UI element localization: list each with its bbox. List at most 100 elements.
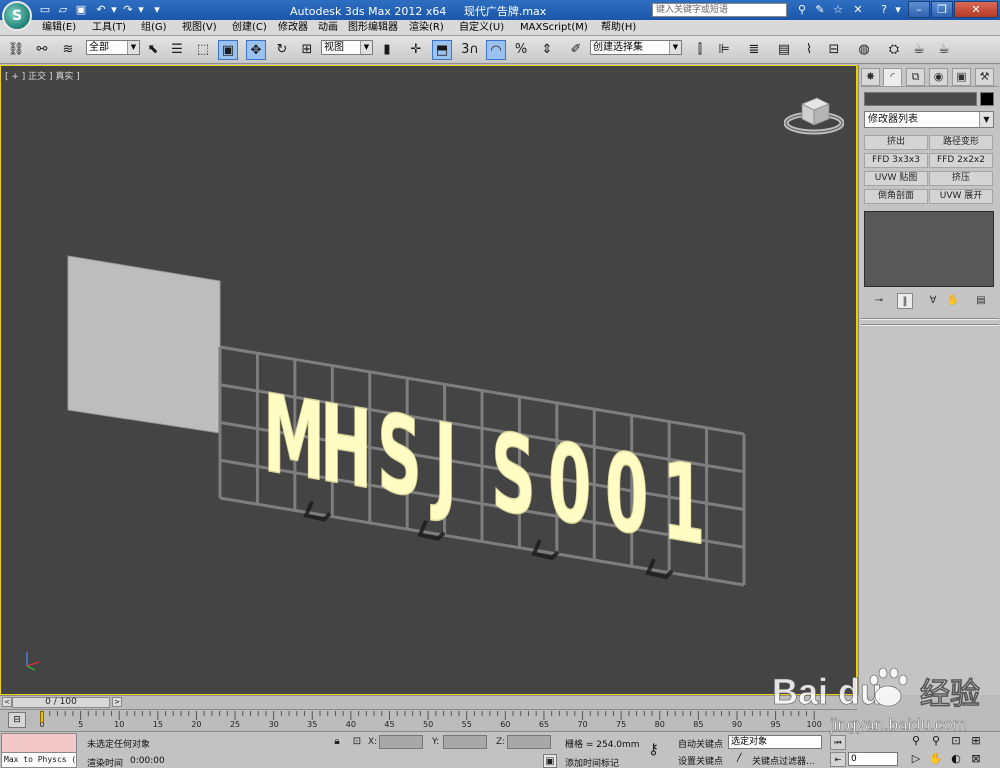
menu-tools[interactable]: 工具(T) <box>92 21 126 35</box>
billboard-panel[interactable] <box>67 255 221 434</box>
modifier-ffd333-button[interactable]: FFD 3x3x3 <box>864 153 928 168</box>
maximize-button[interactable]: ❐ <box>931 1 953 18</box>
maxscript-listener[interactable]: Max to Physcs ( <box>1 733 77 768</box>
pin-stack-icon[interactable]: ⊸ <box>871 293 887 309</box>
perspective-viewport[interactable]: [ + ] 正交 ] 真实 ] MHSJS001 <box>0 65 857 695</box>
viewcube-icon[interactable] <box>784 92 844 137</box>
help-close-icon[interactable]: ✕ <box>850 3 866 17</box>
key-mode-toggle-button[interactable]: ⇤ <box>830 752 846 767</box>
align-icon[interactable]: ⊫ <box>714 40 734 60</box>
make-unique-icon[interactable]: ∀ <box>925 293 941 309</box>
curve-editor-icon[interactable]: ⌇ <box>799 40 819 60</box>
remove-modifier-icon[interactable]: ✋ <box>945 293 961 309</box>
key-mode-dropdown[interactable]: 选定对象 <box>728 735 822 749</box>
sign-letter[interactable]: 1 <box>661 436 705 570</box>
menu-graph-editors[interactable]: 图形编辑器 <box>348 21 398 35</box>
billboard-scene[interactable]: MH S J S 0 0 1 <box>1 66 857 695</box>
absolute-mode-icon[interactable]: ⊡ <box>350 735 364 749</box>
schematic-view-icon[interactable]: ⊟ <box>824 40 844 60</box>
y-coord-field[interactable] <box>443 735 487 749</box>
search-input[interactable]: 键入关键字或短语 <box>652 3 787 17</box>
modifier-stack-list[interactable] <box>864 211 994 287</box>
zoom-extents-icon[interactable]: ⊡ <box>948 733 964 748</box>
key-filters-button[interactable]: 关键点过滤器... <box>752 754 815 767</box>
menu-animation[interactable]: 动画 <box>318 21 338 35</box>
bind-space-warp-icon[interactable]: ≋ <box>58 40 78 60</box>
select-by-name-icon[interactable]: ☰ <box>167 40 187 60</box>
sign-letter[interactable]: S <box>490 408 536 542</box>
modifier-uvw-map-button[interactable]: UVW 贴图 <box>864 171 928 186</box>
render-setup-icon[interactable]: ⛭ <box>884 40 904 60</box>
track-bar[interactable]: ⊟ 0 5 10 15 20 25 30 35 40 45 50 55 60 65 70 75 80 85 90 95… <box>0 709 857 731</box>
layer-manager-icon[interactable]: ≣ <box>744 40 764 60</box>
menu-modifiers[interactable]: 修改器 <box>278 21 308 35</box>
current-frame-field[interactable]: 0 <box>848 752 898 766</box>
snaps-toggle-icon[interactable]: 3∩ <box>460 40 480 60</box>
add-time-tag[interactable]: 添加时间标记 <box>565 756 619 768</box>
modifier-ffd222-button[interactable]: FFD 2x2x2 <box>929 153 993 168</box>
new-file-icon[interactable]: ▭ <box>38 3 52 16</box>
percent-snap-icon[interactable]: % <box>511 40 531 60</box>
object-name-field[interactable] <box>864 92 977 106</box>
wrench-icon[interactable]: ✎ <box>812 3 828 17</box>
edit-named-selection-icon[interactable]: ✐ <box>566 40 586 60</box>
undo-dropdown-icon[interactable]: ▾ <box>107 3 121 16</box>
reference-coordinate-dropdown[interactable]: 视图 <box>321 40 373 55</box>
sign-letter[interactable]: 0 <box>547 417 591 551</box>
binoculars-icon[interactable]: ⚲ <box>794 3 810 17</box>
named-selection-sets-dropdown[interactable]: 创建选择集 <box>590 40 682 55</box>
tab-utilities-icon[interactable]: ⚒ <box>975 68 994 86</box>
sign-letter[interactable]: H <box>319 379 372 514</box>
configure-modifier-sets-icon[interactable]: ▤ <box>973 293 989 309</box>
sign-letter[interactable]: 0 <box>604 427 648 561</box>
menu-rendering[interactable]: 渲染(R) <box>409 21 444 35</box>
maximize-viewport-icon[interactable]: ⊠ <box>968 751 984 766</box>
maxscript-output[interactable]: Max to Physcs ( <box>2 752 76 767</box>
time-slider-thumb[interactable]: 0 / 100 <box>12 697 110 708</box>
pan-view-icon[interactable]: ✋ <box>928 751 944 766</box>
sign-letter[interactable]: S <box>376 389 422 523</box>
curve-editor-mini-icon[interactable]: ⊟ <box>8 712 26 728</box>
show-end-result-icon[interactable]: ‖ <box>897 293 913 309</box>
material-editor-icon[interactable]: ◍ <box>854 40 874 60</box>
tab-hierarchy-icon[interactable]: ⧉ <box>906 68 925 86</box>
current-frame-marker[interactable] <box>40 711 44 723</box>
undo-icon[interactable]: ↶ <box>94 3 108 16</box>
select-scale-icon[interactable]: ⊞ <box>297 40 317 60</box>
select-object-icon[interactable]: ⬉ <box>143 40 163 60</box>
open-file-icon[interactable]: ▱ <box>56 3 70 16</box>
time-slider-next-button[interactable]: > <box>112 697 122 707</box>
selection-filter-dropdown[interactable]: 全部 <box>86 40 140 55</box>
auto-key-button[interactable]: 自动关键点 <box>678 737 723 750</box>
graphite-ribbon-icon[interactable]: ▤ <box>774 40 794 60</box>
zoom-all-icon[interactable]: ⚲ <box>928 733 944 748</box>
tab-create-icon[interactable]: ✸ <box>861 68 880 86</box>
unlink-icon[interactable]: ⚯ <box>32 40 52 60</box>
close-button[interactable]: ✕ <box>954 1 998 18</box>
keyboard-shortcut-override-icon[interactable]: ⬒ <box>432 40 452 60</box>
modifier-extrude-button[interactable]: 挤出 <box>864 135 928 150</box>
link-icon[interactable]: ⛓ <box>6 40 26 60</box>
sign-letters[interactable]: MH S J S 0 0 1 <box>262 369 705 570</box>
menu-help[interactable]: 帮助(H) <box>601 21 636 35</box>
zoom-icon[interactable]: ⚲ <box>908 733 924 748</box>
menu-customize[interactable]: 自定义(U) <box>459 21 504 35</box>
tab-modify-icon[interactable]: ◜ <box>883 68 902 86</box>
modifier-list-dropdown[interactable]: 修改器列表 <box>864 111 994 128</box>
x-coord-field[interactable] <box>379 735 423 749</box>
pivot-center-icon[interactable]: ▮ <box>377 40 397 60</box>
rect-selection-icon[interactable]: ⬚ <box>193 40 213 60</box>
menu-create[interactable]: 创建(C) <box>232 21 267 35</box>
modifier-bevel-profile-button[interactable]: 倒角剖面 <box>864 189 928 204</box>
selection-lock-icon[interactable]: 🔒︎ <box>330 735 344 749</box>
zoom-extents-all-icon[interactable]: ⊞ <box>968 733 984 748</box>
render-production-icon[interactable]: ☕ <box>934 40 954 60</box>
app-logo-icon[interactable]: S <box>2 1 32 31</box>
menu-edit[interactable]: 编辑(E) <box>42 21 76 35</box>
star-icon[interactable]: ☆ <box>830 3 846 17</box>
menu-maxscript[interactable]: MAXScript(M) <box>520 21 588 35</box>
select-manipulate-icon[interactable]: ✛ <box>406 40 426 60</box>
tab-display-icon[interactable]: ▣ <box>952 68 971 86</box>
key-filter-icon[interactable]: 〳 <box>733 752 747 766</box>
set-key-icon[interactable]: ⚷ <box>648 740 659 758</box>
